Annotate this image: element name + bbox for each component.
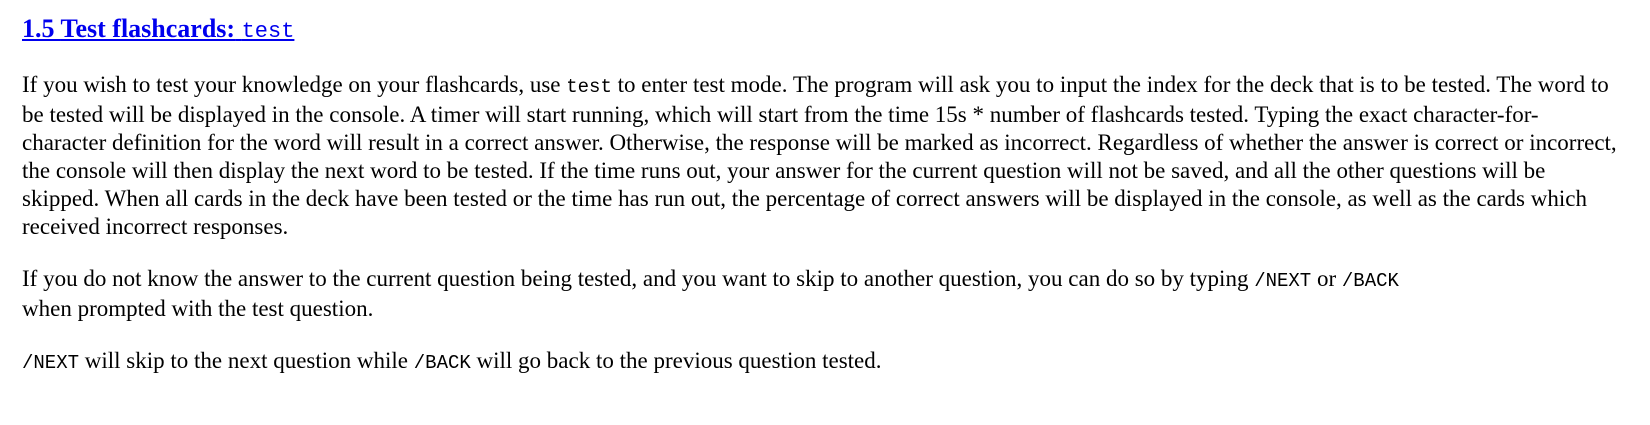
section-command-code: test: [241, 19, 295, 44]
back-command-code: /BACK: [1341, 270, 1399, 292]
next-back-description: /NEXT will skip to the next question whi…: [22, 347, 1622, 377]
next-command-code: /NEXT: [1254, 270, 1312, 292]
para2-text-before: If you do not know the answer to the cur…: [22, 266, 1255, 291]
section-number: 1.5: [22, 14, 55, 43]
para1-text-before: If you wish to test your knowledge on yo…: [22, 72, 567, 97]
para2-text-mid: or: [1311, 266, 1342, 291]
para1-text-after: to enter test mode. The program will ask…: [22, 72, 1617, 239]
document-content: 1.5 Test flashcards: test If you wish to…: [22, 0, 1622, 377]
section-heading: 1.5 Test flashcards: test: [22, 12, 1622, 49]
back-command-code-2: /BACK: [413, 352, 471, 374]
section-heading-link[interactable]: 1.5 Test flashcards: test: [22, 14, 295, 44]
para3-text-mid: will skip to the next question while: [79, 348, 414, 373]
test-command-code: test: [566, 76, 612, 98]
section-title: Test flashcards:: [60, 14, 236, 43]
para3-text-after: will go back to the previous question te…: [470, 348, 882, 373]
skip-question-description: If you do not know the answer to the cur…: [22, 265, 1622, 323]
test-mode-description: If you wish to test your knowledge on yo…: [22, 71, 1622, 241]
next-command-code-2: /NEXT: [22, 352, 80, 374]
para2-text-after: when prompted with the test question.: [22, 296, 374, 321]
